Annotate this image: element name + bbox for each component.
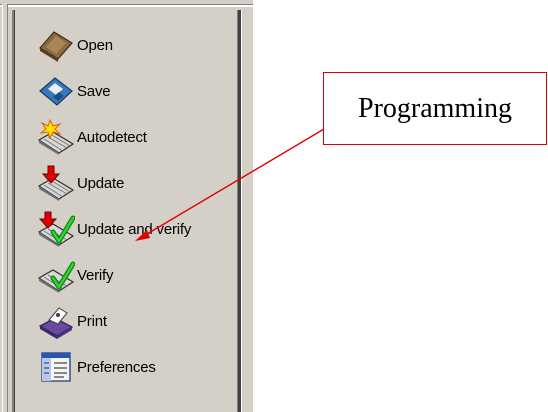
print-label: Print [77, 312, 107, 330]
save-label: Save [77, 82, 111, 100]
keyboard-red-arrow-icon [37, 165, 75, 201]
programming-callout-text: Programming [358, 92, 512, 124]
keyboard-sparkle-icon [37, 118, 75, 155]
preferences-document-icon [41, 352, 71, 382]
autodetect-button[interactable]: Autodetect [15, 114, 237, 160]
open-label: Open [77, 36, 113, 54]
autodetect-label: Autodetect [77, 128, 147, 146]
frame-right-panel [243, 10, 253, 412]
preferences-button[interactable]: Preferences [15, 344, 237, 390]
vertical-toolbar: Open Save Autodetect Update Update and v… [15, 12, 237, 412]
update-and-verify-label: Update and verify [77, 220, 192, 238]
preferences-label: Preferences [77, 358, 156, 376]
frame-right-border [237, 10, 242, 412]
verify-label: Verify [77, 266, 114, 284]
update-label: Update [77, 174, 125, 192]
print-button[interactable]: Print [15, 298, 237, 344]
verify-button[interactable]: Verify [15, 252, 237, 298]
keyboard-arrow-check-icon [37, 211, 75, 247]
keyboard-check-icon [37, 261, 75, 293]
save-button[interactable]: Save [15, 68, 237, 114]
update-button[interactable]: Update [15, 160, 237, 206]
folder-open-icon [39, 31, 73, 62]
printer-icon [38, 307, 74, 339]
frame-top-border [0, 4, 253, 7]
programming-callout-box: Programming [323, 72, 547, 145]
open-button[interactable]: Open [15, 22, 237, 68]
update-and-verify-button[interactable]: Update and verify [15, 206, 237, 252]
floppy-disk-icon [39, 77, 73, 106]
frame-left-border [2, 4, 8, 412]
